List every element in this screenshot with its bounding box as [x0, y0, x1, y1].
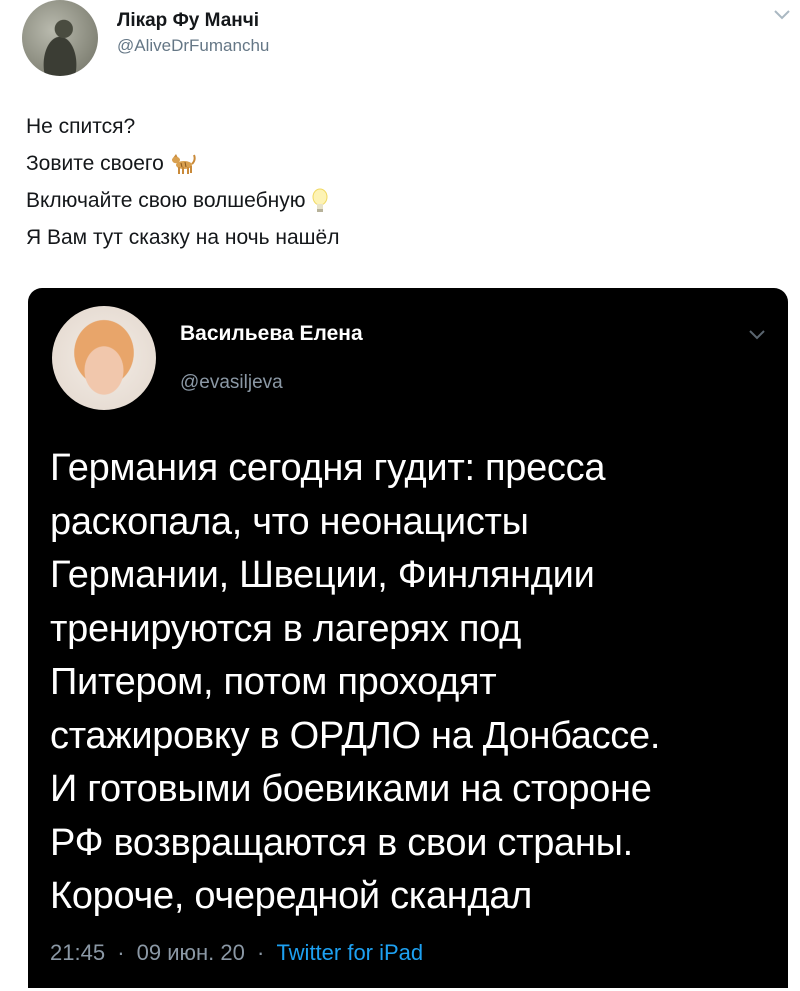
quoted-line: Короче, очередной скандал: [50, 875, 533, 917]
quoted-line: И готовыми боевиками на стороне: [50, 768, 652, 810]
quoted-line: тренируются в лагерях под: [50, 607, 521, 650]
lightbulb-icon: [312, 188, 328, 213]
tweet-date[interactable]: 09 июн. 20: [137, 940, 245, 965]
tweet-header: Лікар Фу Манчі @AliveDrFumanchu: [22, 0, 792, 80]
chevron-down-icon[interactable]: [747, 328, 767, 342]
cat-icon: [171, 154, 196, 175]
author-name[interactable]: Лікар Фу Манчі: [117, 10, 259, 32]
avatar[interactable]: [52, 306, 156, 410]
quoted-author-name[interactable]: Васильева Елена: [180, 322, 363, 346]
meta-separator: ·: [117, 940, 125, 965]
tweet-line: Не спится?: [26, 108, 726, 145]
author-handle[interactable]: @AliveDrFumanchu: [117, 36, 269, 56]
tweet-line-text: Зовите своего: [26, 152, 164, 175]
quoted-author-handle[interactable]: @evasiljeva: [180, 372, 283, 394]
tweet-text: Не спится? Зовите своего Включайте свою …: [26, 108, 726, 256]
tweet-meta: 21:45 · 09 июн. 20 · Twitter for iPad: [50, 940, 423, 966]
quoted-line: раскопала, что неонацисты: [50, 500, 529, 543]
quoted-line: Питером, потом проходят: [50, 661, 497, 703]
quoted-line: Германия сегодня гудит: пресса: [50, 447, 606, 489]
tweet-time[interactable]: 21:45: [50, 940, 105, 965]
quoted-tweet-text: Германия сегодня гудит: пресса раскопала…: [50, 442, 780, 924]
quoted-tweet[interactable]: Васильева Елена @evasiljeva Германия сег…: [28, 288, 788, 988]
tweet-line: Я Вам тут сказку на ночь нашёл: [26, 219, 726, 256]
tweet-line-text: Я Вам тут сказку на ночь нашёл: [26, 226, 340, 249]
chevron-down-icon[interactable]: [772, 8, 792, 22]
avatar[interactable]: [22, 0, 98, 76]
tweet-line-text: Включайте свою волшебную: [26, 189, 306, 212]
quoted-line: Германии, Швеции, Финляндии: [50, 554, 595, 596]
tweet-source-link[interactable]: Twitter for iPad: [276, 940, 423, 965]
tweet-line: Зовите своего: [26, 145, 726, 182]
meta-separator: ·: [256, 940, 265, 965]
quoted-line: РФ возвращаются в свои страны.: [50, 821, 633, 864]
tweet-line-text: Не спится?: [26, 115, 136, 138]
quoted-line: стажировку в ОРДЛО на Донбассе.: [50, 714, 661, 757]
tweet-line: Включайте свою волшебную: [26, 182, 726, 219]
